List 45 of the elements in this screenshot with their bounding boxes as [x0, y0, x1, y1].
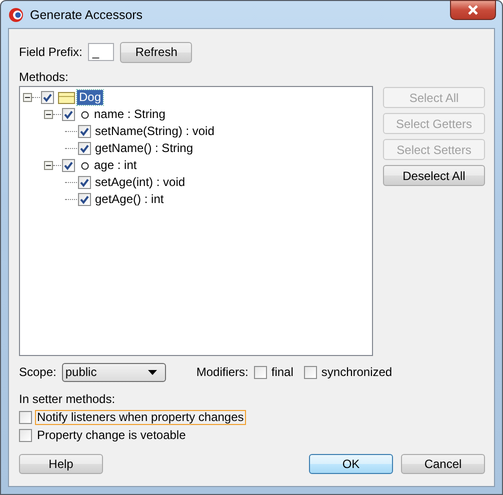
collapse-icon[interactable]: [23, 93, 32, 102]
circle-icon: [81, 110, 89, 118]
class-icon: [58, 92, 75, 104]
checkbox[interactable]: [19, 429, 32, 442]
dialog-button[interactable]: OK: [309, 454, 393, 474]
scope-label: Scope:: [19, 365, 56, 379]
caret-icon: [148, 370, 158, 374]
checkbox[interactable]: [78, 176, 91, 189]
methods-label: Methods:: [19, 70, 70, 84]
checkbox-label: Property change is vetoable: [36, 428, 187, 443]
dialog-button[interactable]: Cancel: [401, 454, 485, 474]
checkbox[interactable]: [304, 366, 318, 378]
tree-item[interactable]: age : int: [92, 158, 139, 173]
tree-item[interactable]: getName() : String: [93, 141, 196, 156]
refresh-button[interactable]: Refresh: [120, 42, 192, 62]
checkbox[interactable]: [62, 159, 75, 172]
checkbox[interactable]: [78, 142, 91, 155]
checkbox[interactable]: [78, 193, 91, 206]
checkbox[interactable]: [78, 125, 91, 138]
circle-icon: [81, 162, 89, 170]
checkbox-label: synchronized: [321, 365, 392, 379]
tree-item[interactable]: Dog: [77, 90, 104, 105]
checkbox[interactable]: [254, 366, 268, 378]
checkbox[interactable]: [41, 91, 54, 104]
window-title: Generate Accessors: [30, 8, 143, 22]
tree-item[interactable]: setName(String) : void: [93, 124, 216, 139]
close-button[interactable]: [450, 0, 496, 20]
checkbox[interactable]: [19, 411, 32, 424]
field-prefix-input[interactable]: _: [88, 43, 114, 61]
field-prefix-label: Field Prefix:: [19, 45, 82, 59]
checkbox[interactable]: [62, 108, 75, 121]
collapse-icon[interactable]: [44, 161, 53, 170]
close-icon: [467, 5, 479, 15]
action-button[interactable]: Deselect All: [383, 165, 485, 186]
modifiers-label: Modifiers:: [196, 365, 248, 379]
tree-item[interactable]: name : String: [92, 107, 168, 122]
checkbox-label: Notify listeners when property changes: [35, 410, 246, 425]
tree-item[interactable]: getAge() : int: [93, 192, 166, 207]
dialog-button[interactable]: Help: [19, 454, 103, 474]
tree-item[interactable]: setAge(int) : void: [93, 175, 188, 190]
checkbox-label: final: [271, 365, 294, 379]
collapse-icon[interactable]: [44, 110, 53, 119]
scope-dropdown[interactable]: public: [62, 362, 166, 382]
setter-methods-label: In setter methods:: [19, 392, 116, 406]
app-icon: [8, 6, 24, 22]
